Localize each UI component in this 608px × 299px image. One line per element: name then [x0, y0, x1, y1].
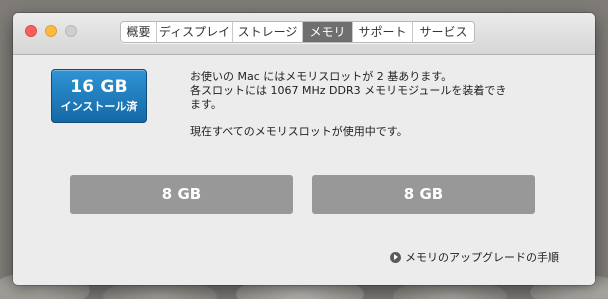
installed-memory-badge: 16 GB インストール済: [51, 69, 147, 123]
tab-displays[interactable]: ディスプレイ: [157, 22, 233, 42]
tab-support[interactable]: サポート: [353, 22, 413, 42]
arrow-right-circle-icon: [390, 251, 401, 263]
minimize-button[interactable]: [45, 25, 57, 37]
memory-upgrade-link[interactable]: メモリのアップグレードの手順: [390, 249, 559, 265]
tab-storage[interactable]: ストレージ: [233, 22, 303, 42]
info-line: ます。: [190, 98, 222, 111]
zoom-button[interactable]: [65, 25, 77, 37]
memory-info-text: お使いの Mac にはメモリスロットが 2 基あります。 各スロットには 106…: [190, 70, 550, 139]
about-this-mac-window: 概要 ディスプレイ ストレージ メモリ サポート サービス 16 GB インスト…: [13, 13, 595, 285]
close-button[interactable]: [25, 25, 37, 37]
memory-slot-2: 8 GB: [312, 175, 535, 214]
tab-overview[interactable]: 概要: [121, 22, 157, 42]
memory-panel: 16 GB インストール済 お使いの Mac にはメモリスロットが 2 基ありま…: [13, 55, 595, 285]
installed-memory-size: 16 GB: [70, 77, 128, 97]
memory-slot-1: 8 GB: [70, 175, 293, 214]
info-line: 現在すべてのメモリスロットが使用中です。: [190, 125, 408, 138]
memory-upgrade-link-label: メモリのアップグレードの手順: [405, 251, 559, 264]
tab-memory[interactable]: メモリ: [303, 22, 353, 42]
info-line: お使いの Mac にはメモリスロットが 2 基あります。: [190, 70, 453, 83]
title-bar: 概要 ディスプレイ ストレージ メモリ サポート サービス: [13, 13, 595, 55]
installed-memory-label: インストール済: [60, 100, 138, 113]
tab-service[interactable]: サービス: [413, 22, 474, 42]
tab-bar: 概要 ディスプレイ ストレージ メモリ サポート サービス: [120, 21, 475, 43]
info-line: 各スロットには 1067 MHz DDR3 メモリモジュールを装着でき: [190, 84, 507, 97]
